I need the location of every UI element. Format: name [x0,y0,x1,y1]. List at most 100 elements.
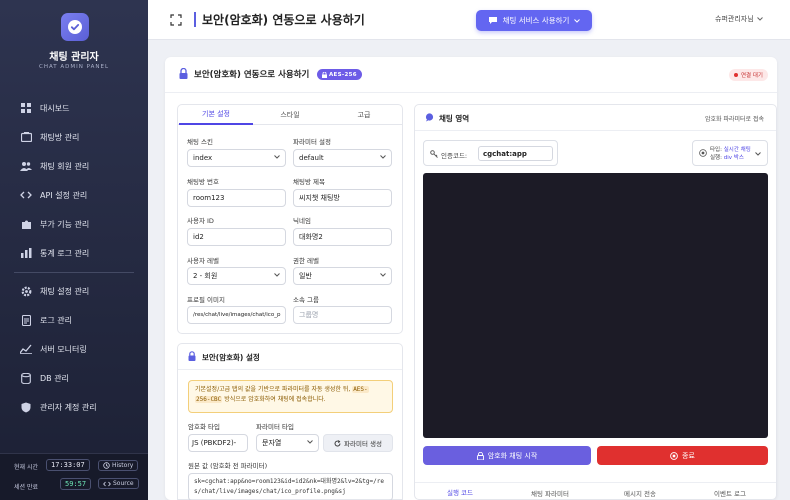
lock-icon [188,351,196,361]
sidebar-item-chat-settings[interactable]: 채팅 설정 관리 [0,280,148,302]
user-menu[interactable]: 슈퍼관리자님 [715,14,763,24]
nickname-label: 닉네임 [293,217,311,225]
puzzle-icon [20,218,32,230]
enc-type-select[interactable]: JS (PBKDF2)- [188,434,248,452]
auth-code-input[interactable]: cgchat:app [478,146,553,161]
chat-size-value: div 박스 [723,155,744,161]
end-chat-label: 종료 [682,451,695,460]
expand-icon[interactable] [170,14,182,26]
page-title: 보안(암호화) 연동으로 사용하기 [202,13,365,27]
nickname-input[interactable]: 대화명2 [293,228,392,246]
security-title: 보안(암호화) 설정 [202,353,260,362]
history-icon [103,462,110,469]
users-icon [20,160,32,172]
chat-size-label: 실행: [710,155,722,161]
sidebar-item-label: 통계 로그 관리 [40,248,90,258]
chat-bubble-icon [425,113,434,122]
param-type-select[interactable]: 문자열 [256,434,319,452]
code-icon [20,189,32,201]
sidebar-item-chat-rooms[interactable]: 채팅방 관리 [0,126,148,148]
notice-text-end: 방식으로 암호화하여 채팅에 접속합니다. [222,396,326,403]
sidebar-item-monitoring[interactable]: 서버 모니터링 [0,338,148,360]
tab-event-log[interactable]: 이벤트 로그 [685,483,775,500]
room-title-label: 채팅방 제목 [293,178,325,186]
auth-level-value: 일반 [299,272,312,280]
user-level-label: 사용자 레벨 [187,257,219,265]
auth-level-select[interactable]: 일반 [293,267,392,285]
logo-check-icon [61,13,89,41]
tab-advanced[interactable]: 고급 [327,105,401,125]
sidebar-item-addons[interactable]: 부가 기능 관리 [0,213,148,235]
tab-send-message[interactable]: 메시지 전송 [595,483,685,500]
room-title-input[interactable]: 씨지챗 채팅방 [293,189,392,207]
sidebar-item-label: 채팅 설정 관리 [40,286,90,296]
chevron-down-icon [755,152,761,156]
start-chat-label: 암호화 채팅 시작 [487,451,538,460]
brand-title: 채팅 관리자 [49,52,99,63]
status-dot-icon [734,73,738,77]
card-header: 보안(암호화) 연동으로 사용하기 AES-256 연결 대기 [165,57,777,93]
session-label: 세션 만료 [14,483,38,491]
tab-basic[interactable]: 기본 설정 [179,105,253,125]
chat-service-label: 채팅 서비스 사용하기 [502,16,570,25]
lock-icon [322,71,327,78]
sidebar-item-admin-accounts[interactable]: 관리자 계정 관리 [0,396,148,418]
group-label: 소속 그룹 [293,296,319,304]
sidebar-item-members[interactable]: 채팅 회원 관리 [0,155,148,177]
param-setting-select[interactable]: default [293,149,392,167]
notice-text-start: 기본설정/고급 탭의 값을 기반으로 파라미터를 자동 생성한 뒤, [195,386,353,393]
sidebar-item-dashboard[interactable]: 대시보드 [0,97,148,119]
user-level-select[interactable]: 2 - 회원 [187,267,286,285]
chevron-down-icon [756,17,763,21]
chart-icon [20,247,32,259]
lock-icon [179,68,188,79]
target-icon [699,149,707,157]
current-time-value: 17:33:07 [46,459,90,471]
chat-service-button[interactable]: 채팅 서비스 사용하기 [476,10,592,31]
shield-icon [20,401,32,413]
chat-type-selector[interactable]: 타입: 실시간 채팅 실행: div 박스 [692,140,768,166]
param-setting-label: 파라미터 설정 [293,138,331,146]
sidebar-item-db[interactable]: DB 관리 [0,367,148,389]
generate-params-button[interactable]: 파라미터 생성 [323,434,393,452]
chat-skin-value: index [193,154,213,162]
tab-chat-params[interactable]: 채팅 파라미터 [505,483,595,500]
user-id-input[interactable]: id2 [187,228,286,246]
sidebar-item-label: 부가 기능 관리 [40,219,90,229]
group-input[interactable]: 그룹명 [293,306,392,324]
param-setting-value: default [299,154,324,162]
sidebar-item-api[interactable]: API 설정 관리 [0,184,148,206]
history-button[interactable]: History [98,460,139,471]
notice-code-aes: AES- [352,386,369,393]
sidebar-divider [14,272,134,273]
chevron-down-icon [380,273,386,277]
room-no-input[interactable]: room123 [187,189,286,207]
chevron-down-icon [307,440,313,444]
security-settings-panel: 보안(암호화) 설정 기본설정/고급 탭의 값을 기반으로 파라미터를 자동 생… [177,343,403,500]
bottom-tabs: 실행 코드 채팅 파라미터 메시지 전송 이벤트 로그 [415,482,776,500]
connection-status-badge: 연결 대기 [729,69,768,81]
stop-icon [670,451,678,460]
encrypted-connect-link[interactable]: 암호화 파라미터로 접속 [705,114,764,123]
settings-panel: 기본 설정 스타일 고급 채팅 스킨 index 파라미터 설정 default… [177,104,403,334]
user-name: 슈퍼관리자님 [715,15,754,23]
sidebar-item-label: DB 관리 [40,373,69,383]
chat-preview-area[interactable] [423,173,768,438]
chevron-down-icon [380,155,386,159]
sidebar-item-stats[interactable]: 통계 로그 관리 [0,242,148,264]
chevron-down-icon [274,273,280,277]
sidebar: 채팅 관리자 CHAT ADMIN PANEL 대시보드 채팅방 관리 채팅 회… [0,0,148,500]
sidebar-item-label: 채팅방 관리 [40,132,80,142]
raw-params-textarea[interactable]: sk=cgchat:app&no=room123&id=id2&nk=대화명2&… [188,473,393,500]
chat-area-panel: 채팅 영역 암호화 파라미터로 접속 인증코드: cgchat:app 타입: … [414,104,777,500]
tab-style[interactable]: 스타일 [253,105,327,125]
end-chat-button[interactable]: 종료 [597,446,768,465]
sidebar-item-logs[interactable]: 로그 관리 [0,309,148,331]
chat-skin-select[interactable]: index [187,149,286,167]
start-encrypted-chat-button[interactable]: 암호화 채팅 시작 [423,446,591,465]
sidebar-item-label: 관리자 계정 관리 [40,402,97,412]
profile-image-input[interactable]: /res/chat/live/images/chat/ico_p [187,306,286,324]
tab-run-code[interactable]: 실행 코드 [415,483,505,500]
auth-level-label: 권한 레벨 [293,257,319,265]
source-button[interactable]: Source [98,478,139,489]
